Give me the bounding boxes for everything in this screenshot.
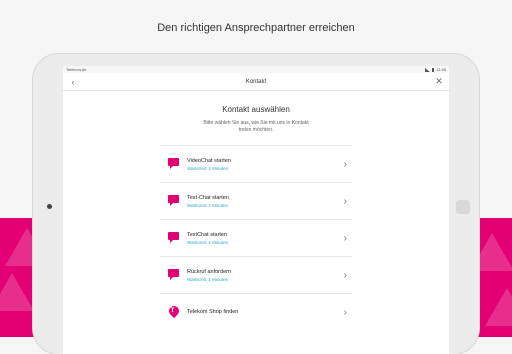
contact-option-textchat[interactable]: TextChat starten Wartezeit: 1 Minuten › (160, 219, 352, 256)
section-subtitle: Bitte wählen Sie aus, wie Sie mit uns in… (203, 120, 309, 133)
video-chat-icon (168, 158, 180, 170)
option-text: VideoChat starten Wartezeit: 2 Minuten (187, 158, 344, 171)
signal-icon (425, 67, 431, 72)
decor-triangle (485, 288, 512, 326)
chevron-right-icon: › (343, 232, 347, 244)
status-indicators: 11:55 (425, 67, 446, 72)
marketing-headline: Den richtigen Ansprechpartner erreichen (157, 22, 355, 34)
option-wait: Wartezeit: 1 Minuten (187, 202, 229, 208)
location-pin-icon: T (166, 303, 182, 319)
contact-option-text-chat[interactable]: Text-Chat starten Wartezeit: 1 Minuten › (160, 182, 352, 219)
option-text: TextChat starten Wartezeit: 1 Minuten (187, 232, 344, 245)
battery-icon (432, 67, 435, 72)
chevron-right-icon: › (343, 158, 347, 170)
chat-icon (168, 232, 180, 244)
camera-dot (47, 204, 52, 209)
page-title: Kontakt (245, 78, 267, 85)
contact-option-shop[interactable]: T Telekom Shop finden › (160, 293, 352, 330)
option-label: TextChat starten (187, 231, 228, 238)
callback-icon (168, 269, 180, 281)
option-label: Text-Chat starten (187, 194, 229, 201)
contact-options-list: VideoChat starten Wartezeit: 2 Minuten ›… (160, 145, 352, 330)
option-label: Telekom Shop finden (187, 309, 239, 315)
option-label: VideoChat starten (187, 157, 231, 164)
tablet-frame: Telekom.de 11:55 ‹ Kontakt ✕ Kontakt aus… (33, 54, 479, 354)
app-bar: ‹ Kontakt ✕ (63, 73, 449, 91)
chevron-right-icon: › (343, 195, 347, 207)
chevron-right-icon: › (343, 269, 347, 281)
tablet-screen: Telekom.de 11:55 ‹ Kontakt ✕ Kontakt aus… (63, 66, 449, 354)
status-time: 11:55 (436, 67, 446, 72)
close-icon[interactable]: ✕ (433, 76, 445, 87)
status-bar: Telekom.de 11:55 (63, 66, 449, 73)
option-wait: Wartezeit: 1 Minuten (187, 239, 229, 245)
option-wait: Wartezeit: 2 Minuten (187, 165, 229, 171)
status-carrier: Telekom.de (66, 67, 87, 72)
section-heading: Kontakt auswählen (222, 105, 290, 114)
contact-content: Kontakt auswählen Bitte wählen Sie aus, … (63, 105, 449, 330)
chevron-right-icon: › (343, 306, 347, 318)
option-text: Telekom Shop finden (187, 309, 344, 315)
option-label: Rückruf anfordern (187, 268, 232, 275)
chevron-left-icon[interactable]: ‹ (67, 77, 79, 87)
option-text: Text-Chat starten Wartezeit: 1 Minuten (187, 195, 344, 208)
option-wait: Wartezeit: 1 Minuten (187, 276, 229, 282)
text-chat-icon (168, 195, 180, 207)
decor-triangle (0, 273, 34, 311)
contact-option-video-chat[interactable]: VideoChat starten Wartezeit: 2 Minuten › (160, 145, 352, 182)
option-text: Rückruf anfordern Wartezeit: 1 Minuten (187, 269, 344, 282)
home-button[interactable] (456, 200, 470, 214)
contact-option-callback[interactable]: Rückruf anfordern Wartezeit: 1 Minuten › (160, 256, 352, 293)
